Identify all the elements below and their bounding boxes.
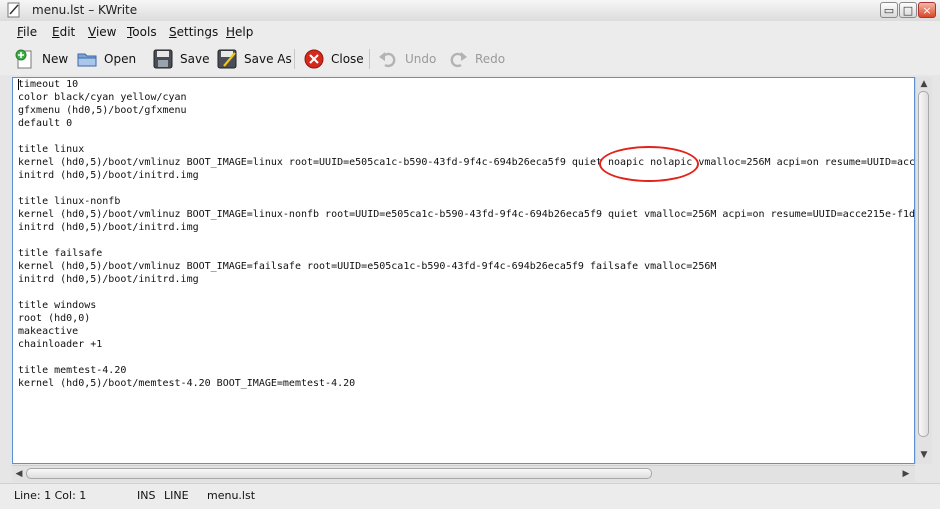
close-icon: ×: [922, 4, 932, 17]
open-button[interactable]: Open: [76, 47, 136, 71]
vertical-scroll-thumb[interactable]: [918, 91, 929, 437]
save-disk-icon: [153, 49, 173, 69]
selection-mode[interactable]: LINE: [164, 489, 189, 502]
save-as-button-label: Save As: [244, 52, 292, 66]
scroll-left-arrow-icon[interactable]: ◀: [13, 468, 25, 480]
close-window-button[interactable]: ×: [918, 2, 936, 18]
menu-help[interactable]: Help: [226, 25, 253, 39]
toolbar-separator: [294, 49, 295, 69]
main-toolbar: New Open Save Save As Close Undo Redo: [0, 43, 940, 75]
maximize-button[interactable]: □: [899, 2, 917, 18]
menu-tools[interactable]: Tools: [127, 25, 157, 39]
vertical-scrollbar[interactable]: ▲ ▼: [915, 77, 932, 464]
window-title: menu.lst – KWrite: [32, 3, 138, 17]
maximize-icon: □: [902, 4, 914, 17]
menu-settings[interactable]: Settings: [169, 25, 218, 39]
status-bar: Line: 1 Col: 1 INS LINE menu.lst: [0, 483, 940, 509]
title-bar[interactable]: menu.lst – KWrite ▭ □ ×: [0, 0, 940, 22]
menu-bar: File Edit View Tools Settings Help: [0, 21, 940, 43]
redo-button-label: Redo: [475, 52, 506, 66]
minimize-icon: ▭: [883, 4, 895, 17]
scroll-down-arrow-icon[interactable]: ▼: [918, 449, 930, 461]
menu-file[interactable]: File: [17, 25, 37, 39]
redo-button[interactable]: Redo: [447, 47, 505, 71]
redo-icon: [450, 52, 467, 68]
horizontal-scrollbar[interactable]: ◀ ▶: [12, 465, 915, 482]
new-button[interactable]: New: [14, 47, 68, 71]
scroll-right-arrow-icon[interactable]: ▶: [900, 468, 912, 480]
save-as-icon: [217, 49, 237, 69]
annotation-red-circle: [599, 146, 699, 182]
cursor-position: Line: 1 Col: 1: [14, 489, 87, 502]
new-document-icon: [15, 49, 32, 69]
undo-button[interactable]: Undo: [377, 47, 436, 71]
menu-edit[interactable]: Edit: [52, 25, 75, 39]
undo-icon: [379, 52, 396, 68]
save-as-button[interactable]: Save As: [216, 47, 292, 71]
insert-mode[interactable]: INS: [137, 489, 155, 502]
undo-button-label: Undo: [405, 52, 437, 66]
text-editor[interactable]: timeout 10 color black/cyan yellow/cyan …: [12, 77, 915, 464]
close-document-icon: [304, 49, 324, 69]
close-document-button[interactable]: Close: [303, 47, 364, 71]
kwrite-app-icon[interactable]: [6, 2, 22, 18]
save-button-label: Save: [180, 52, 210, 66]
editor-content[interactable]: timeout 10 color black/cyan yellow/cyan …: [18, 78, 914, 390]
scroll-up-arrow-icon[interactable]: ▲: [918, 78, 930, 90]
text-caret: [18, 79, 19, 90]
new-button-label: New: [42, 52, 69, 66]
open-folder-icon: [77, 53, 97, 67]
toolbar-separator: [369, 49, 370, 69]
close-button-label: Close: [331, 52, 364, 66]
save-button[interactable]: Save: [152, 47, 209, 71]
minimize-button[interactable]: ▭: [880, 2, 898, 18]
horizontal-scroll-thumb[interactable]: [26, 468, 652, 479]
menu-view[interactable]: View: [88, 25, 116, 39]
status-filename: menu.lst: [207, 489, 256, 502]
open-button-label: Open: [104, 52, 137, 66]
